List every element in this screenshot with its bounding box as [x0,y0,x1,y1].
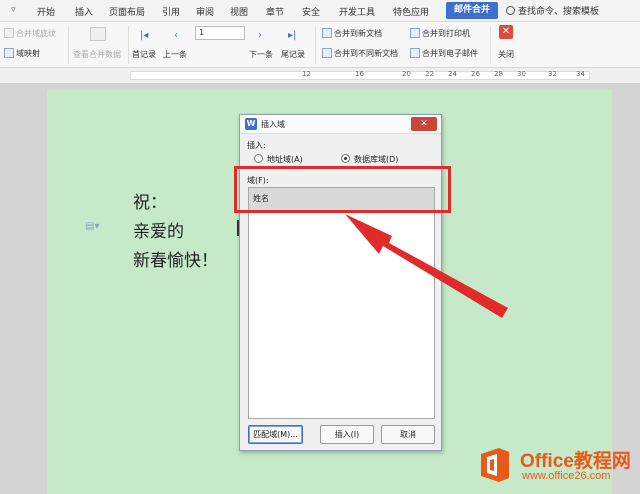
ruler-number: 28 [494,70,503,78]
match-fields-button[interactable]: 匹配域(M)... [248,425,303,444]
merge-to-printer-button[interactable]: 合并到打印机 [410,28,470,39]
database-field-label[interactable]: 数据库域(D) [354,154,398,165]
field-map-button[interactable]: 域映射 [4,48,40,59]
menu-insert[interactable]: 插入 [75,5,93,18]
view-merged-button[interactable]: 查看合并数据 [73,49,121,60]
close-icon[interactable]: ✕ [499,25,513,39]
command-search[interactable]: 查找命令、搜索模板 [506,4,599,17]
merge-to-diff-docs-button[interactable]: 合并到不同新文档 [322,48,398,59]
prev-record-icon: ‹ [174,30,178,41]
ribbon-separator [315,26,316,64]
menu-bar: ▿ 开始 插入 页面布局 引用 审阅 视图 章节 安全 开发工具 特色应用 邮件… [0,0,640,22]
ribbon-separator [128,26,129,64]
database-field-radio[interactable] [341,154,350,163]
menu-page-layout[interactable]: 页面布局 [109,5,145,18]
ruler-number: 16 [355,70,364,78]
doc-line-greeting: 祝： [133,193,167,213]
ruler-number: 22 [425,70,434,78]
dialog-close-button[interactable]: ✕ [411,117,437,131]
insert-label: 插入: [247,141,266,150]
ruler-number: 20 [402,70,411,78]
shading-icon [4,28,14,38]
highlight-box [234,166,451,213]
office-logo-icon [481,448,509,482]
ribbon-separator [68,26,69,64]
ruler-number: 24 [448,70,457,78]
doc-line-newyear: 新春愉快！ [133,251,218,271]
logo-site: www.office26.com [522,470,611,482]
address-field-label[interactable]: 地址域(A) [267,154,303,165]
merge-to-new-doc-button[interactable]: 合并到新文档 [322,28,382,39]
next-record-icon: › [258,30,262,41]
merge-to-printer-label: 合并到打印机 [422,29,470,38]
first-record-icon: |◂ [140,30,149,41]
menu-chapter[interactable]: 章节 [266,5,284,18]
dialog-title: 插入域 [261,120,285,129]
ruler-number: 26 [471,70,480,78]
menu-features[interactable]: 特色应用 [393,5,429,18]
wps-writer-icon: W [245,118,257,130]
menu-review[interactable]: 审阅 [196,5,214,18]
new-doc-icon [322,28,332,38]
address-field-radio[interactable] [254,154,263,163]
search-icon [506,6,515,15]
field-listbox[interactable]: 姓名 [248,187,435,419]
view-merged-icon [90,27,108,41]
insert-button[interactable]: 插入(I) [320,425,374,444]
menu-view[interactable]: 视图 [230,5,248,18]
search-text: 查找命令、搜索模板 [518,7,600,17]
last-record-button[interactable]: 尾记录 [281,49,305,60]
ruler-number: 30 [517,70,526,78]
logo-brand: Office教程网 [520,451,631,472]
ruler-number: 32 [548,70,557,78]
office26-logo: Office教程网 www.office26.com [470,440,640,494]
close-mail-merge-button[interactable]: 关闭 [498,49,514,60]
ribbon-separator [490,26,491,64]
merge-to-email-button[interactable]: 合并到电子邮件 [410,48,478,59]
view-merged-label: 查看合并数据 [73,50,121,59]
merge-shading-label: 合并域底纹 [16,29,56,38]
dialog-titlebar: W 插入域 ✕ [240,115,441,134]
ruler: 12 16 20 22 24 26 28 30 32 34 [0,68,640,84]
insert-field-dialog: W 插入域 ✕ 插入: 地址域(A) 数据库域(D) 域(F): 姓名 匹配域(… [239,114,442,451]
merge-to-email-label: 合并到电子邮件 [422,49,478,58]
menu-developer[interactable]: 开发工具 [339,5,375,18]
email-icon [410,48,420,58]
menu-references[interactable]: 引用 [162,5,180,18]
merge-to-diff-docs-label: 合并到不同新文档 [334,49,398,58]
printer-icon [410,28,420,38]
menu-home[interactable]: 开始 [37,5,55,18]
field-map-label: 域映射 [16,49,40,58]
merge-to-new-doc-label: 合并到新文档 [334,29,382,38]
last-record-icon: ▸| [288,30,297,41]
menu-mail-merge[interactable]: 邮件合并 [446,2,499,19]
record-number-input[interactable]: 1 [195,26,245,40]
prev-record-button[interactable]: 上一条 [163,49,187,60]
cancel-button[interactable]: 取消 [381,425,435,444]
ruler-number: 12 [302,70,311,78]
map-icon [4,48,14,58]
docs-icon [322,48,332,58]
ruler-number: 34 [576,70,585,78]
menu-security[interactable]: 安全 [302,5,320,18]
next-record-button[interactable]: 下一条 [249,49,273,60]
first-record-button[interactable]: 首记录 [132,49,156,60]
ribbon: 合并域底纹 域映射 查看合并数据 |◂ 首记录 ‹ 上一条 1 › 下一条 ▸|… [0,22,640,68]
doc-line-dear: 亲爱的 [133,222,184,242]
paragraph-icon: ▤▾ [85,221,100,232]
merge-shading-button[interactable]: 合并域底纹 [4,28,56,39]
quick-access-caret[interactable]: ▿ [11,5,16,15]
